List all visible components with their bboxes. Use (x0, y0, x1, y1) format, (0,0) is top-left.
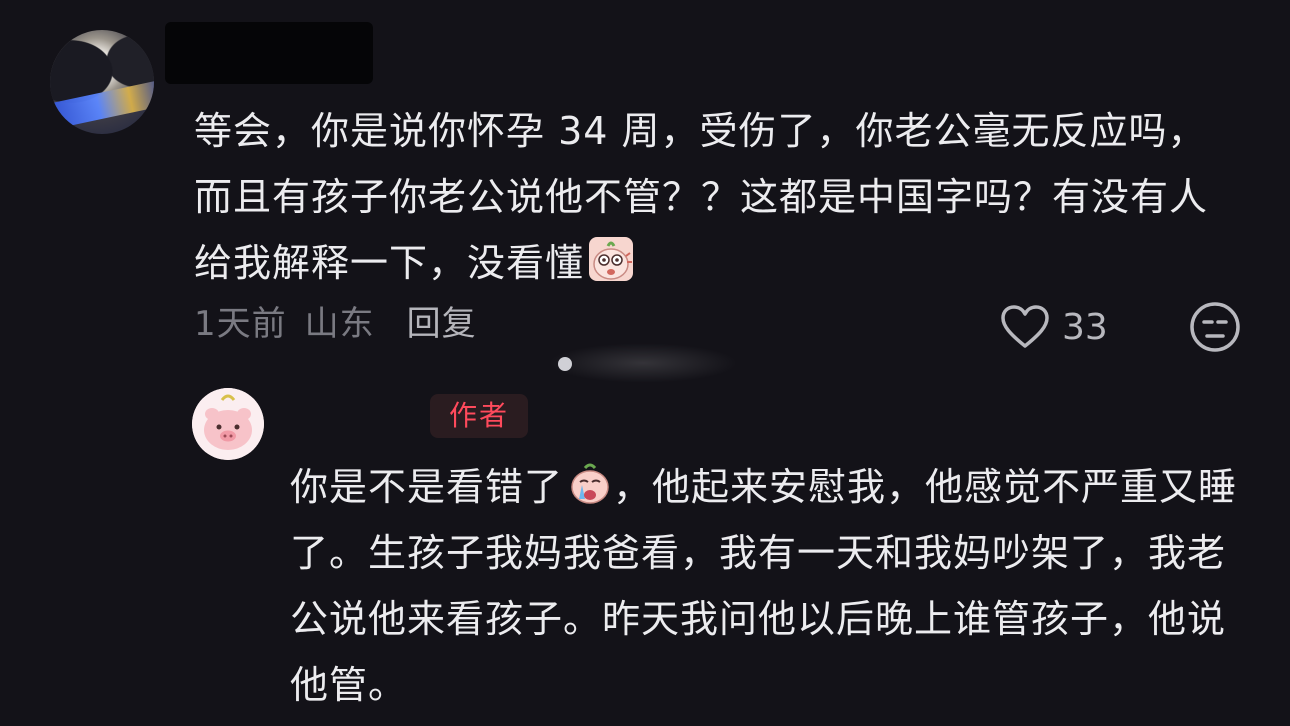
author-badge: 作者 (430, 394, 528, 438)
unhappy-face-icon[interactable] (1188, 300, 1242, 354)
reply-body: 你是不是看错了 ，他起来安慰我，他感觉不严重又睡了。生孩子我妈我爸看，我有一天和… (290, 454, 1250, 718)
watermark-overlay (548, 343, 738, 383)
like-count: 33 (1062, 306, 1108, 348)
confused-face-sticker-icon (589, 237, 634, 281)
reply-button[interactable]: 回复 (407, 304, 477, 344)
comment-body: 等会，你是说你怀孕 34 周，受伤了，你老公毫无反应吗，而且有孩子你老公说他不管… (194, 98, 1234, 296)
commenter-avatar[interactable] (50, 30, 154, 134)
comment-meta: 1天前 山东 回复 (194, 300, 477, 348)
comment-thread: 等会，你是说你怀孕 34 周，受伤了，你老公毫无反应吗，而且有孩子你老公说他不管… (0, 0, 1290, 726)
comment-location: 山东 (304, 304, 375, 344)
reply-text-part1: 你是不是看错了 (290, 465, 564, 509)
heart-outline-icon (1001, 305, 1049, 348)
author-avatar[interactable] (192, 388, 264, 460)
commenter-name-redacted (165, 22, 373, 84)
comment-text: 等会，你是说你怀孕 34 周，受伤了，你老公毫无反应吗，而且有孩子你老公说他不管… (194, 109, 1209, 285)
comment-time: 1天前 (194, 304, 287, 344)
like-button[interactable]: 33 (1000, 300, 1108, 354)
crying-face-sticker-icon (571, 463, 609, 504)
